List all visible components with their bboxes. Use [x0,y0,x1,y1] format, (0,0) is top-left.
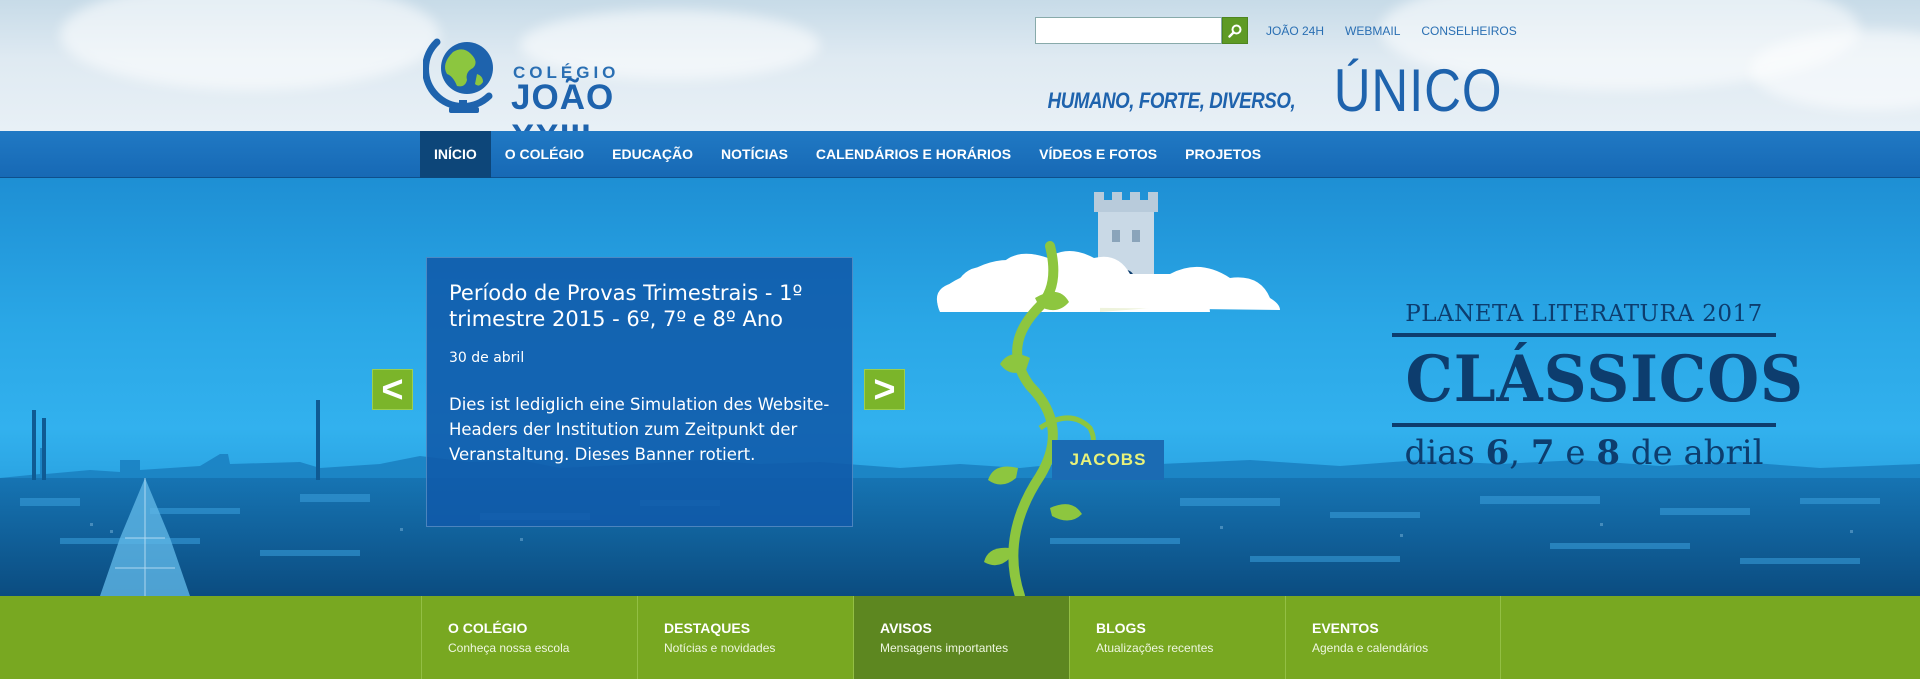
tile-o-colegio[interactable]: O COLÉGIO Conheça nossa escola [421,596,637,679]
logo-title: JOÃO XXIII [511,78,615,131]
tile-subtitle: Notícias e novidades [664,641,776,655]
search-input[interactable] [1035,17,1222,44]
tile-title: DESTAQUES [664,620,751,636]
tile-title: EVENTOS [1312,620,1379,636]
promo-planeta-literatura: PLANETA LITERATURA 2017 CLÁSSICOS dias 6… [1392,301,1804,473]
tagline: HUMANO, FORTE, DIVERSO, ÚNICO [1004,58,1502,124]
promo-dates-post: de abril [1620,433,1764,473]
globe-logo-icon [423,38,493,113]
jacobs-sign-text: JACOBS [1069,450,1147,469]
tile-subtitle: Conheça nossa escola [448,641,570,655]
slider-prev-button[interactable]: < [372,369,413,410]
slide-caption[interactable]: Período de Provas Trimestrais - 1º trime… [426,257,853,527]
promo-day-3: 8 [1596,433,1620,473]
promo-dates-sep: e [1554,433,1597,473]
promo-top-text: PLANETA LITERATURA 2017 [1405,301,1763,327]
tile-title: BLOGS [1096,620,1146,636]
tile-title: O COLÉGIO [448,620,528,636]
nav-item-educacao[interactable]: EDUCAÇÃO [598,131,707,178]
slide-text: Dies ist lediglich eine Simulation des W… [449,395,830,464]
search-icon [1228,24,1242,38]
quick-links-bar: O COLÉGIO Conheça nossa escola DESTAQUES… [0,596,1920,679]
castle-tower [936,192,1280,312]
tile-subtitle: Agenda e calendários [1312,641,1429,655]
top-link-joao24h[interactable]: JOÃO 24H [1266,24,1324,38]
tile-subtitle: Atualizações recentes [1096,641,1214,655]
quick-links: O COLÉGIO Conheça nossa escola DESTAQUES… [421,596,1501,679]
search-button[interactable] [1222,17,1248,44]
tile-avisos[interactable]: AVISOS Mensagens importantes [853,596,1069,679]
nav-item-videos-fotos[interactable]: VÍDEOS E FOTOS [1025,131,1171,178]
main-nav: INÍCIO O COLÉGIO EDUCAÇÃO NOTÍCIAS CALEN… [0,131,1920,178]
promo-dates: dias 6, 7 e 8 de abril [1392,433,1776,473]
tile-title: AVISOS [880,620,932,636]
nav-items: INÍCIO O COLÉGIO EDUCAÇÃO NOTÍCIAS CALEN… [420,131,1275,178]
top-link-conselheiros[interactable]: CONSELHEIROS [1421,24,1516,38]
nav-item-projetos[interactable]: PROJETOS [1171,131,1275,178]
nav-item-o-colegio[interactable]: O COLÉGIO [491,131,598,178]
nav-item-noticias[interactable]: NOTÍCIAS [707,131,802,178]
slide-date: 30 de abril [449,350,525,366]
top-link-webmail[interactable]: WEBMAIL [1345,24,1400,38]
search-box [1035,17,1248,44]
site-logo[interactable]: COLÉGIO JOÃO XXIII [423,30,673,131]
hero-banner: JACOBS < > Período de Provas Trimestrais… [0,178,1920,596]
tile-destaques[interactable]: DESTAQUES Notícias e novidades [637,596,853,679]
slide-title: Período de Provas Trimestrais - 1º trime… [449,281,803,331]
top-links: JOÃO 24H WEBMAIL CONSELHEIROS [1266,24,1517,38]
promo-rule [1392,333,1776,337]
nav-item-inicio[interactable]: INÍCIO [420,131,491,178]
promo-dates-pre: dias [1404,433,1486,473]
tile-eventos[interactable]: EVENTOS Agenda e calendários [1285,596,1501,679]
tagline-big: ÚNICO [1333,57,1502,124]
promo-day-1: 6 [1485,433,1510,473]
promo-rule [1392,423,1776,427]
promo-headline: CLÁSSICOS [1405,342,1804,417]
nav-item-calendarios[interactable]: CALENDÁRIOS E HORÁRIOS [802,131,1025,178]
site-header: COLÉGIO JOÃO XXIII JOÃO 24H WEBMAIL CONS… [0,0,1920,131]
tagline-small: HUMANO, FORTE, DIVERSO, [1048,88,1296,113]
tile-subtitle: Mensagens importantes [880,641,1009,655]
promo-day-2: 7 [1530,433,1555,473]
slider-next-button[interactable]: > [864,369,905,410]
header-cloud [60,0,440,90]
tile-blogs[interactable]: BLOGS Atualizações recentes [1069,596,1285,679]
promo-dates-sep: , [1509,433,1531,473]
